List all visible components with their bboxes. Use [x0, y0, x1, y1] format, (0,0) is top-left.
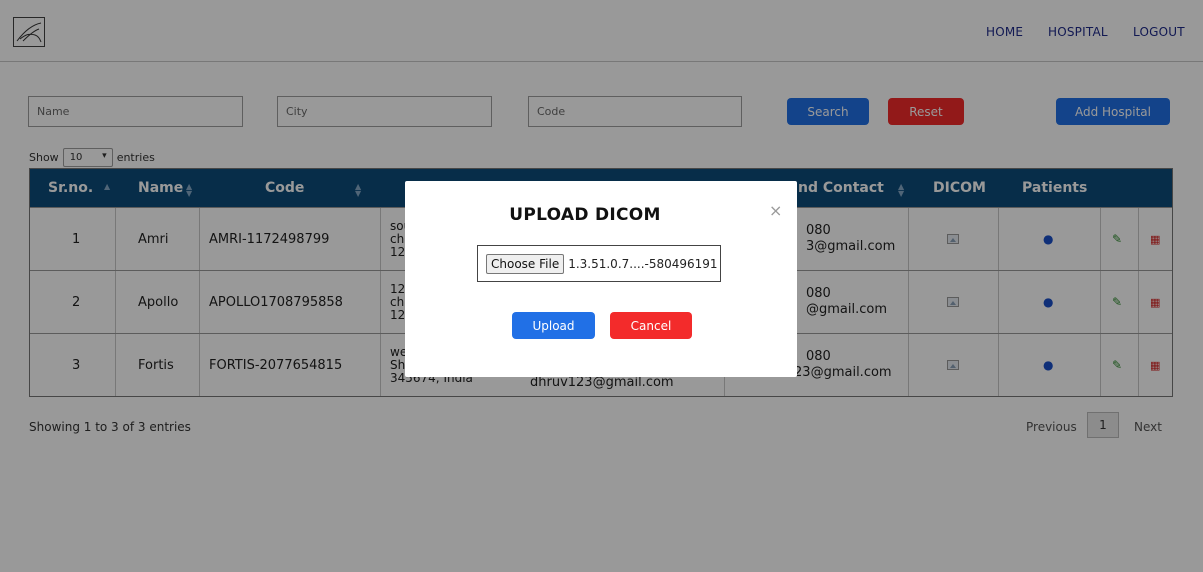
- upload-button[interactable]: Upload: [512, 312, 595, 339]
- choose-file-button[interactable]: Choose File: [486, 253, 565, 274]
- close-icon[interactable]: ×: [769, 201, 782, 220]
- upload-dicom-modal: UPLOAD DICOM × Choose File 1.3.51.0.7...…: [405, 181, 797, 377]
- modal-title: UPLOAD DICOM: [509, 205, 661, 225]
- cancel-button[interactable]: Cancel: [610, 312, 692, 339]
- selected-file-name: 1.3.51.0.7....-580496191: [568, 256, 718, 271]
- file-input-box: Choose File 1.3.51.0.7....-580496191: [477, 245, 721, 282]
